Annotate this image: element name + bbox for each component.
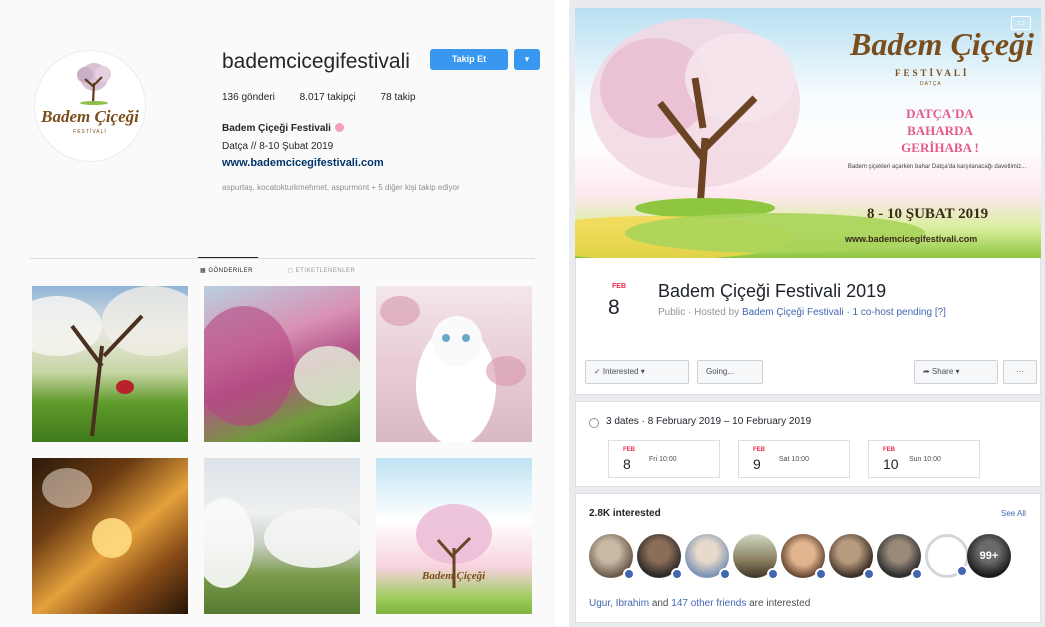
grid-post-pink-blossom[interactable] bbox=[204, 286, 360, 442]
date-card[interactable]: FEB 10 Sun 10:00 bbox=[868, 440, 980, 478]
tab-posts[interactable]: ▦ Gönderiler bbox=[200, 267, 253, 274]
profile-stats: 136 gönderi 8.017 takipçi 78 takip bbox=[222, 92, 438, 103]
date-card-time: Sun 10:00 bbox=[909, 456, 941, 463]
friends-suffix-text: are interested bbox=[749, 598, 811, 609]
date-card-month: FEB bbox=[623, 447, 635, 453]
follow-dropdown-button[interactable]: ▾ bbox=[514, 49, 540, 70]
grid-post-festival-poster[interactable]: Badem Çiçeği bbox=[376, 458, 532, 614]
co-host-pending-link[interactable]: · 1 co-host pending [?] bbox=[846, 307, 946, 318]
interested-badge-icon bbox=[719, 568, 731, 580]
event-title: Badem Çiçeği Festivali 2019 bbox=[658, 281, 887, 301]
date-card-month: FEB bbox=[883, 447, 895, 453]
bio-name-text: Badem Çiçeği Festivali bbox=[222, 123, 331, 134]
event-month: FEB bbox=[612, 283, 626, 290]
interested-badge-icon bbox=[671, 568, 683, 580]
avatar[interactable] bbox=[829, 534, 875, 580]
friends-interested-text: Ugur, Ibrahim and 147 other friends are … bbox=[589, 598, 810, 609]
interested-badge-icon bbox=[623, 568, 635, 580]
tab-tagged[interactable]: ◻ Etiketlenenler bbox=[288, 267, 355, 274]
grid-post-orchard-rows[interactable] bbox=[204, 458, 360, 614]
event-day: 8 bbox=[608, 296, 620, 319]
interested-badge-icon bbox=[956, 565, 968, 577]
dates-summary: 3 dates · 8 February 2019 – 10 February … bbox=[606, 416, 812, 427]
followed-by-text[interactable]: aspurtaş, kocatokturkmehmet, aspurmont +… bbox=[222, 183, 460, 192]
bio-text: Datça // 8-10 Şubat 2019 bbox=[222, 141, 334, 152]
almond-tree-logo-icon bbox=[77, 63, 111, 105]
event-privacy-text: Public · Hosted by bbox=[658, 307, 740, 318]
clock-icon bbox=[589, 418, 599, 428]
follow-button[interactable]: Takip Et bbox=[430, 49, 508, 70]
date-card-month: FEB bbox=[753, 447, 765, 453]
friend-names-link[interactable]: Ugur, Ibrahim bbox=[589, 598, 649, 609]
camera-icon[interactable]: ▭ bbox=[1011, 16, 1031, 30]
interested-badge-icon bbox=[911, 568, 923, 580]
profile-username: bademcicegifestivali bbox=[222, 50, 410, 73]
see-all-link[interactable]: See All bbox=[1001, 509, 1026, 518]
followers-count[interactable]: 8.017 takipçi bbox=[300, 92, 356, 103]
grid-post-sunset-blossom[interactable] bbox=[32, 458, 188, 614]
date-card-day: 8 bbox=[623, 456, 631, 472]
avatar[interactable] bbox=[877, 534, 923, 580]
poster-tree-icon bbox=[436, 536, 472, 588]
date-card-day: 9 bbox=[753, 456, 761, 472]
avatar-logo-subtitle: FESTİVALİ bbox=[73, 129, 107, 135]
grid-post-white-kitten[interactable] bbox=[376, 286, 532, 442]
avatar[interactable] bbox=[589, 534, 635, 580]
active-tab-indicator bbox=[198, 257, 258, 258]
bio-full-name: Badem Çiçeği Festivali bbox=[222, 123, 344, 134]
following-count[interactable]: 78 takip bbox=[381, 92, 416, 103]
profile-avatar[interactable]: Badem Çiçeği FESTİVALİ bbox=[34, 50, 146, 162]
cover-title: Badem Çiçeği bbox=[850, 26, 1034, 62]
poster-title: Badem Çiçeği bbox=[422, 570, 486, 582]
avatar[interactable] bbox=[733, 534, 779, 580]
bio-website-link[interactable]: www.bademcicegifestivali.com bbox=[222, 157, 384, 169]
avatar-logo-title: Badem Çiçeği bbox=[41, 107, 139, 126]
cover-headline: DATÇA'DA BAHARDA GERİHABA ! bbox=[901, 106, 979, 155]
other-friends-link[interactable]: 147 other friends bbox=[671, 598, 746, 609]
avatar[interactable] bbox=[685, 534, 731, 580]
tabs-divider bbox=[30, 258, 535, 259]
blossom-emoji-icon bbox=[334, 123, 344, 132]
event-meta: Public · Hosted by Badem Çiçeği Festival… bbox=[658, 305, 988, 320]
date-card-time: Sat 10:00 bbox=[779, 456, 809, 463]
more-friends-avatar[interactable]: 99+ bbox=[967, 534, 1011, 578]
friends-and-text: and bbox=[651, 598, 669, 609]
going-button[interactable]: Going... bbox=[697, 360, 763, 384]
tag-icon: ◻ bbox=[288, 268, 296, 274]
interested-button[interactable]: ✓ Interested ▾ bbox=[585, 360, 689, 384]
interested-badge-icon bbox=[815, 568, 827, 580]
avatar[interactable] bbox=[637, 534, 683, 580]
posts-count: 136 gönderi bbox=[222, 92, 275, 103]
more-options-button[interactable]: ··· bbox=[1003, 360, 1037, 384]
date-card[interactable]: FEB 8 Fri 10:00 bbox=[608, 440, 720, 478]
avatar[interactable] bbox=[925, 534, 969, 578]
event-host-link[interactable]: Badem Çiçeği Festivali bbox=[742, 307, 844, 318]
interested-badge-icon bbox=[767, 568, 779, 580]
date-card[interactable]: FEB 9 Sat 10:00 bbox=[738, 440, 850, 478]
cover-description: Badem çiçekleri açarken bahar Datça'da k… bbox=[847, 164, 1027, 170]
interested-badge-icon bbox=[863, 568, 875, 580]
cover-url: www.bademcicegifestivali.com bbox=[845, 234, 978, 244]
interested-count: 2.8K interested bbox=[589, 508, 661, 519]
share-button[interactable]: ➦ Share ▾ bbox=[914, 360, 998, 384]
event-cover-image[interactable]: Badem Çiçeği FESTİVALİ DATÇA DATÇA'DA BA… bbox=[575, 8, 1041, 258]
cover-dates: 8 - 10 ŞUBAT 2019 bbox=[867, 206, 989, 222]
avatar[interactable] bbox=[781, 534, 827, 580]
date-card-day: 10 bbox=[883, 456, 899, 472]
more-friends-count: 99+ bbox=[979, 550, 999, 562]
cover-subtitle: FESTİVALİ bbox=[895, 68, 970, 78]
tab-tagged-label: Etiketlenenler bbox=[295, 268, 356, 274]
tree-branches-icon bbox=[70, 314, 144, 437]
grid-post-orchard[interactable] bbox=[32, 286, 188, 442]
chevron-down-icon: ▾ bbox=[524, 54, 530, 64]
cover-subtitle2: DATÇA bbox=[920, 81, 942, 87]
date-card-time: Fri 10:00 bbox=[649, 456, 677, 463]
tab-posts-label: Gönderiler bbox=[208, 268, 254, 274]
